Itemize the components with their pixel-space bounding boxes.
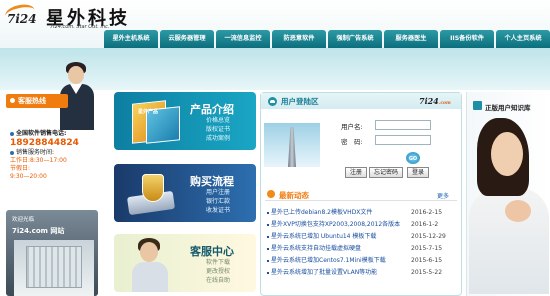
building-image — [264, 123, 320, 167]
hours-holiday-time: 9:30—20:00 — [10, 173, 47, 180]
promo-link-certificates[interactable]: 收发证书 — [206, 206, 230, 215]
nav-item-server-doctor[interactable]: 服务器医生 — [384, 30, 438, 48]
promo-title: 产品介绍 — [190, 103, 234, 116]
office-image — [14, 240, 94, 296]
password-input[interactable] — [375, 135, 431, 145]
login-title: 用户登陆区 — [281, 97, 319, 106]
right-sidebar: 正版用户知识库 — [466, 92, 550, 296]
bullet-icon — [10, 150, 14, 155]
promo-title: 客服中心 — [190, 245, 234, 258]
password-label: 密 码: — [341, 138, 363, 146]
news-icon — [267, 190, 275, 198]
nav-item-cloud-server[interactable]: 云服务器管理 — [160, 30, 214, 48]
brand-subtitle: 7i24.com. Star Out. Inc. — [50, 24, 110, 30]
promo-link-cases[interactable]: 成功案例 — [206, 134, 230, 143]
left-sidebar: 客服热线 全国软件销售电话: 18928844824 销售服务时间: 工作日:8… — [0, 62, 98, 296]
nav-item-monitor[interactable]: 一流信息监控 — [216, 30, 270, 48]
login-button[interactable]: 登录 — [407, 167, 430, 178]
nav-item-ad-system[interactable]: 强制广告系统 — [328, 30, 382, 48]
promo-link-certificate[interactable]: 版权证书 — [206, 125, 230, 134]
main-nav: 星外主机系统 云服务器管理 一流信息监控 防恶意软件 强制广告系统 服务器医生 … — [104, 30, 550, 48]
go-button[interactable]: GO — [405, 151, 421, 165]
nav-item-homepage-system[interactable]: 个人主页系统 — [496, 30, 550, 48]
promo-purchase-flow[interactable]: 购买流程 用户注册 银行汇款 收发证书 — [114, 164, 256, 222]
login-news-panel: 用户登陆区 7i24.com 用户名: 密 码: GO 注册 忘记密码 登录 最… — [260, 92, 462, 296]
news-list: 星外已上传debian8.2模板VHDX文件 2016-2-15 星外XVP切换包… — [267, 207, 457, 279]
news-header: 最新动态 更多 — [265, 189, 457, 201]
news-title: 最新动态 — [279, 191, 309, 200]
hours-workday: 工作日:8:30—17:00 — [10, 157, 67, 164]
login-header: 用户登陆区 7i24.com — [261, 93, 461, 109]
more-link[interactable]: 更多 — [437, 191, 449, 200]
news-item[interactable]: 星外已上传debian8.2模板VHDX文件 2016-2-15 — [267, 207, 457, 219]
security-shield-icon — [126, 172, 180, 216]
user-icon — [268, 97, 277, 106]
username-label: 用户名: — [341, 123, 363, 131]
nav-item-iis-backup[interactable]: IIS备份软件 — [440, 30, 494, 48]
news-item[interactable]: 星外XVP切换包支持XP2003,2008,2012各版本 2016-1-2 — [267, 219, 457, 231]
support-woman-image — [469, 118, 549, 294]
promo-link-change-license[interactable]: 更改授权 — [206, 267, 230, 276]
knowledge-base-link[interactable]: 正版用户知识库 — [485, 102, 531, 112]
promo-title: 购买流程 — [190, 175, 234, 188]
promo-link-self-service[interactable]: 在线自助 — [206, 276, 230, 285]
news-item[interactable]: 星外云系统已增加 Ubuntu14 模板下载 2015-12-29 — [267, 231, 457, 243]
nav-item-anti-malware[interactable]: 防恶意软件 — [272, 30, 326, 48]
register-button[interactable]: 注册 — [345, 167, 368, 178]
news-item[interactable]: 星外云系统已增加Centos7.1Mini模板下载 2015-6-15 — [267, 255, 457, 267]
box-label: 星外产品 — [138, 109, 159, 115]
phone-label: 全国软件销售电话: — [16, 130, 67, 137]
bullet-icon — [10, 131, 14, 136]
support-person-image — [124, 238, 180, 292]
login-logo: 7i24.com — [419, 96, 451, 106]
page: { "header": { "logo_number": "7i24", "lo… — [0, 0, 550, 296]
service-hotline-title: 客服热线 — [6, 94, 68, 108]
forgot-password-button[interactable]: 忘记密码 — [369, 167, 404, 178]
username-input[interactable] — [375, 120, 431, 130]
company-logo[interactable]: 7i24 — [3, 2, 41, 35]
hours-holiday: 节假日: — [10, 165, 31, 172]
promo-service-center[interactable]: 客服中心 软件下载 更改授权 在线自助 — [114, 234, 256, 292]
header: 7i24 星外科技 7i24.com. Star Out. Inc. 星外主机系… — [0, 0, 550, 48]
promo-link-bank-transfer[interactable]: 银行汇款 — [206, 197, 230, 206]
welcome-banner[interactable]: 欢迎光临 7i24.com 网站 — [6, 210, 98, 296]
welcome-text: 欢迎光临 — [12, 217, 35, 223]
promo-link-download[interactable]: 软件下载 — [206, 258, 230, 267]
contact-info: 全国软件销售电话: 18928844824 销售服务时间: 工作日:8:30—1… — [10, 130, 96, 181]
hours-label: 销售服务时间: — [16, 149, 55, 156]
logo-number: 7i24 — [7, 12, 37, 26]
news-item[interactable]: 星外云系统支持自动挂载虚拟硬盘 2015-7-15 — [267, 243, 457, 255]
promo-link-register[interactable]: 用户注册 — [206, 188, 230, 197]
promo-product-intro[interactable]: 星外产品 产品介绍 价格总览 版权证书 成功案例 — [114, 92, 256, 150]
phone-number: 18928844824 — [10, 138, 79, 148]
welcome-site: 7i24.com 网站 — [12, 227, 65, 235]
promo-link-pricing[interactable]: 价格总览 — [206, 116, 230, 125]
news-item[interactable]: 星外云系统增加了批量设置VLAN等功能 2015-5-22 — [267, 267, 457, 279]
book-icon — [473, 101, 482, 110]
software-box-icon: 星外产品 — [126, 100, 182, 144]
nav-item-host-system[interactable]: 星外主机系统 — [104, 30, 158, 48]
